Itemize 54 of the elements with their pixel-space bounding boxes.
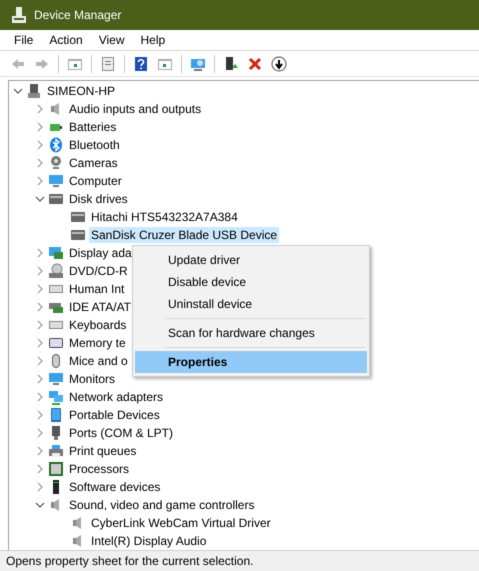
computer-name[interactable]: SIMEON-HP	[45, 83, 118, 99]
drive-icon	[48, 191, 64, 207]
menu-option[interactable]: Update driver	[135, 249, 367, 271]
tree-item[interactable]: DVD/CD-R	[67, 263, 130, 279]
tree-item[interactable]: Monitors	[67, 371, 118, 387]
menu-option[interactable]: Properties	[135, 351, 367, 373]
tree-item[interactable]: Bluetooth	[67, 137, 122, 153]
portable-device-icon	[48, 407, 64, 423]
bluetooth-icon	[48, 137, 64, 153]
memory-icon	[48, 335, 64, 351]
computer-icon	[26, 83, 42, 99]
monitor-icon	[48, 371, 64, 387]
processor-icon	[48, 461, 64, 477]
menu-option[interactable]: Scan for hardware changes	[135, 322, 367, 344]
tree-item[interactable]: Software devices	[67, 479, 162, 495]
status-text: Opens property sheet for the current selection.	[6, 554, 254, 568]
tree-item[interactable]: Mice and o	[67, 353, 130, 369]
tree-item[interactable]: Processors	[67, 461, 132, 477]
tree-item[interactable]: Ports (COM & LPT)	[67, 425, 176, 441]
menu-option[interactable]: Disable device	[135, 271, 367, 293]
display-adapter-icon	[48, 245, 64, 261]
menu-option[interactable]: Uninstall device	[135, 293, 367, 315]
monitor-icon	[48, 173, 64, 189]
tree-item[interactable]: Computer	[67, 173, 124, 189]
tree-item[interactable]: Keyboards	[67, 317, 128, 333]
drive-icon	[70, 227, 86, 243]
tree-item[interactable]: Display ada	[67, 245, 134, 261]
tree-item[interactable]: Memory te	[67, 335, 128, 351]
tree-item[interactable]: Network adapters	[67, 389, 166, 405]
tree-item[interactable]: Audio inputs and outputs	[67, 101, 204, 117]
webcam-icon	[48, 155, 64, 171]
tree-item[interactable]: IDE ATA/AT	[67, 299, 134, 315]
disc-drive-icon	[48, 263, 64, 279]
tree-item[interactable]: CyberLink WebCam Virtual Driver	[89, 515, 273, 531]
tree-item[interactable]: Sound, video and game controllers	[67, 497, 256, 513]
menu-item[interactable]: Action	[41, 33, 91, 47]
download-icon[interactable]	[269, 54, 289, 74]
tree-item[interactable]: Print queues	[67, 443, 138, 459]
network-icon	[48, 389, 64, 405]
menu-item[interactable]: Help	[132, 33, 174, 47]
tree-item[interactable]: Human Int	[67, 281, 126, 297]
printer-icon	[48, 443, 64, 459]
tree-item[interactable]: Disk drives	[67, 191, 130, 207]
tree-item[interactable]: SanDisk Cruzer Blade USB Device	[89, 227, 280, 243]
window-title: Device Manager	[34, 8, 122, 22]
tree-item[interactable]: Portable Devices	[67, 407, 162, 423]
tree-item[interactable]: Cameras	[67, 155, 120, 171]
menu-item[interactable]: File	[6, 33, 42, 47]
device-manager-icon	[12, 7, 26, 23]
tree-item[interactable]: Intel(R) Display Audio	[89, 533, 208, 549]
tree-item[interactable]: Batteries	[67, 119, 118, 135]
drive-icon	[70, 209, 86, 225]
menu-item[interactable]: View	[90, 33, 132, 47]
tree-item[interactable]: Hitachi HTS543232A7A384	[89, 209, 240, 225]
